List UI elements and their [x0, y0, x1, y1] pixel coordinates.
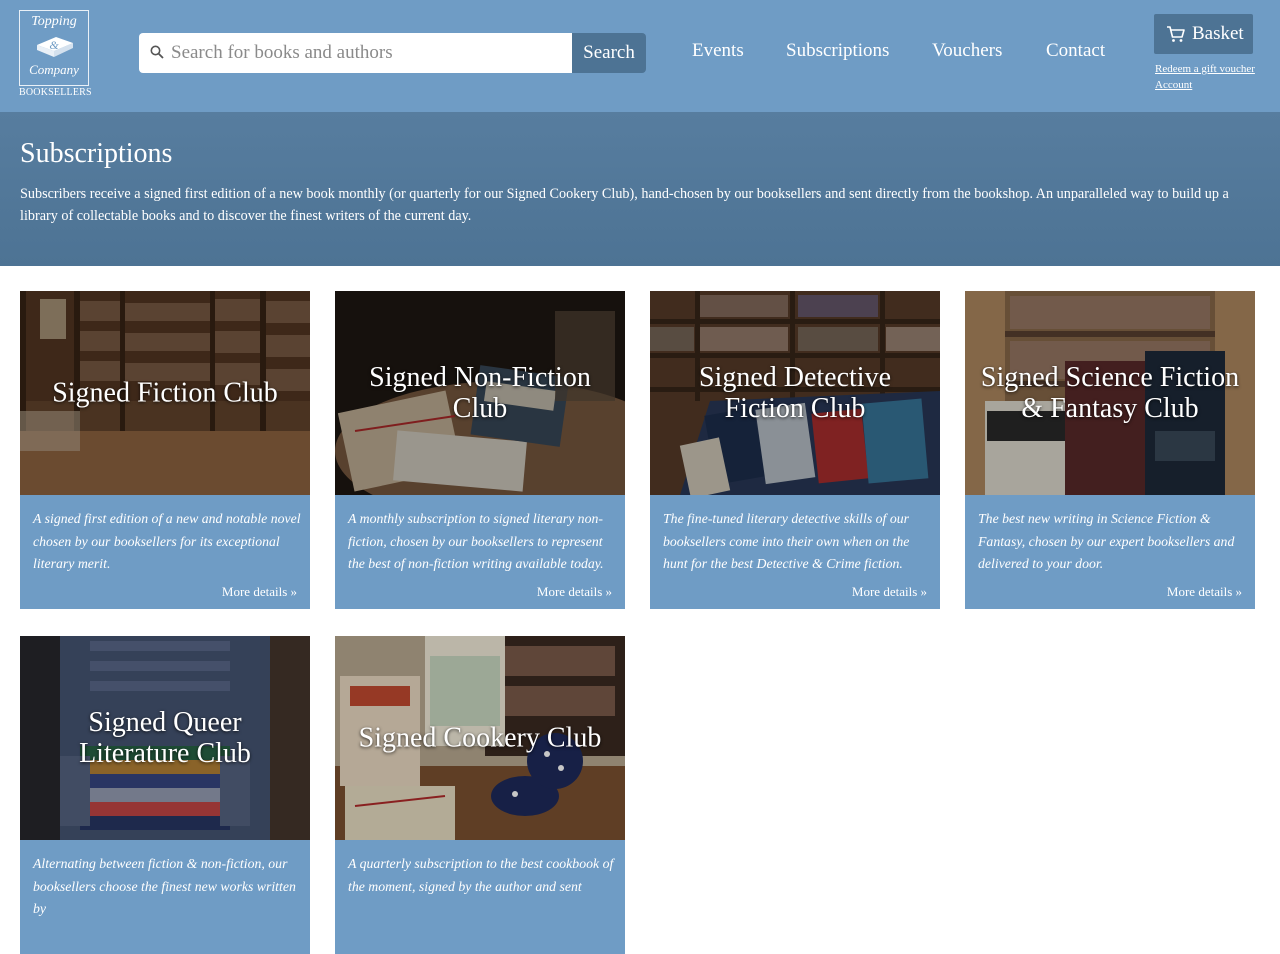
redeem-voucher-link[interactable]: Redeem a gift voucher: [1155, 63, 1255, 75]
account-link[interactable]: Account: [1155, 79, 1192, 91]
nav-events[interactable]: Events: [692, 40, 744, 62]
card-description: A signed first edition of a new and nota…: [33, 511, 301, 571]
more-details-link[interactable]: More details »: [222, 584, 297, 600]
subscriptions-banner: Subscriptions Subscribers receive a sign…: [0, 112, 1280, 266]
card-body: A signed first edition of a new and nota…: [20, 495, 310, 609]
search-input[interactable]: [171, 33, 566, 73]
search-bar: Search: [139, 33, 646, 73]
card-title: Signed Detective Fiction Club: [698, 362, 892, 424]
card-body: Alternating between fiction & non-fictio…: [20, 840, 310, 954]
card-image[interactable]: Signed Science Fiction & Fantasy Club: [965, 291, 1255, 495]
card-body: The best new writing in Science Fiction …: [965, 495, 1255, 609]
logo-subtitle: BOOKSELLERS: [19, 87, 92, 98]
card-description: The best new writing in Science Fiction …: [978, 511, 1235, 571]
card-body: The fine-tuned literary detective skills…: [650, 495, 940, 609]
card-signed-sci-fi-fantasy[interactable]: Signed Science Fiction & Fantasy Club Th…: [965, 291, 1255, 609]
more-details-link[interactable]: More details »: [537, 584, 612, 600]
card-image[interactable]: Signed Queer Literature Club: [20, 636, 310, 840]
card-title: Signed Fiction Club: [52, 377, 278, 409]
search-field-wrap: [139, 33, 572, 73]
card-title: Signed Science Fiction & Fantasy Club: [980, 362, 1240, 424]
logo-wordmark-bottom: Company: [29, 62, 79, 77]
more-details-link[interactable]: More details »: [852, 584, 927, 600]
card-signed-non-fiction[interactable]: Signed Non-Fiction Club A monthly subscr…: [335, 291, 625, 609]
nav-contact[interactable]: Contact: [1046, 40, 1105, 62]
logo-wordmark-top: Topping: [31, 14, 77, 29]
cart-icon: [1167, 26, 1185, 42]
nav-subscriptions[interactable]: Subscriptions: [786, 40, 889, 62]
search-button[interactable]: Search: [572, 33, 646, 73]
svg-text:&: &: [49, 38, 59, 52]
card-description: A monthly subscription to signed literar…: [348, 511, 604, 571]
card-title: Signed Cookery Club: [358, 722, 602, 754]
card-description: The fine-tuned literary detective skills…: [663, 511, 910, 571]
logo-frame: Topping & Company: [19, 10, 89, 86]
basket-button[interactable]: Basket: [1154, 14, 1253, 54]
card-image[interactable]: Signed Non-Fiction Club: [335, 291, 625, 495]
page-intro: Subscribers receive a signed first editi…: [20, 186, 1229, 224]
card-signed-cookery[interactable]: Signed Cookery Club A quarterly subscrip…: [335, 636, 625, 954]
card-title: Signed Non-Fiction Club: [369, 362, 591, 424]
more-details-link[interactable]: More details »: [1167, 584, 1242, 600]
card-image[interactable]: Signed Fiction Club: [20, 291, 310, 495]
page-title: Subscriptions: [20, 138, 173, 169]
basket-label: Basket: [1192, 23, 1244, 44]
site-header: Topping & Company BOOKSELLERS Search Eve…: [0, 0, 1280, 112]
card-body: A quarterly subscription to the best coo…: [335, 840, 625, 954]
card-title: Signed Queer Literature Club: [79, 707, 251, 769]
card-signed-queer-literature[interactable]: Signed Queer Literature Club Alternating…: [20, 636, 310, 954]
search-icon: [150, 45, 164, 59]
card-description: A quarterly subscription to the best coo…: [348, 856, 614, 894]
card-signed-detective-fiction[interactable]: Signed Detective Fiction Club The fine-t…: [650, 291, 940, 609]
card-image[interactable]: Signed Detective Fiction Club: [650, 291, 940, 495]
site-logo[interactable]: Topping & Company BOOKSELLERS: [19, 10, 92, 98]
book-icon: &: [37, 37, 73, 57]
nav-vouchers[interactable]: Vouchers: [932, 40, 1002, 62]
card-signed-fiction[interactable]: Signed Fiction Club A signed first editi…: [20, 291, 310, 609]
card-body: A monthly subscription to signed literar…: [335, 495, 625, 609]
card-image[interactable]: Signed Cookery Club: [335, 636, 625, 840]
